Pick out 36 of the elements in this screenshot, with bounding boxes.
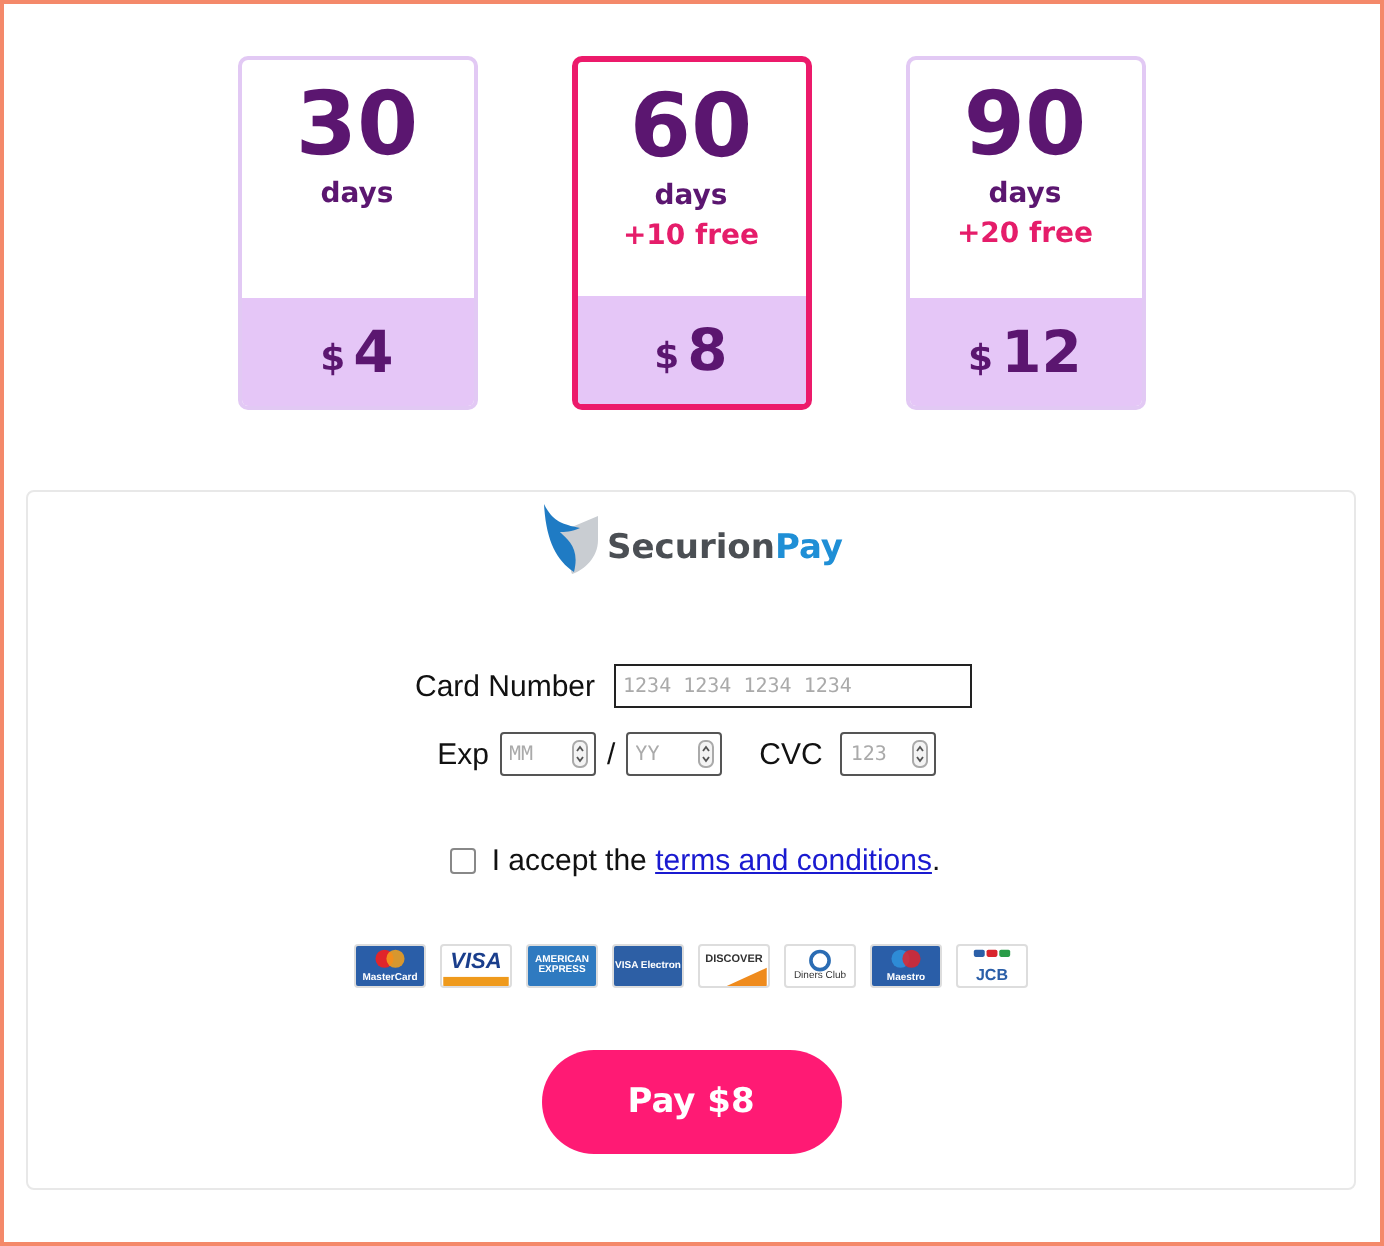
price-amount: 8: [687, 316, 728, 384]
price-amount: 4: [353, 318, 394, 386]
year-field[interactable]: YY: [625, 732, 722, 776]
checkbox[interactable]: [449, 848, 476, 874]
currency-sign: $: [320, 337, 346, 379]
bonus-label: +20 free: [956, 218, 1094, 250]
plan-card[interactable]: 90 days +20 free $12: [905, 56, 1145, 410]
currency-sign: $: [654, 335, 680, 377]
card-number-field[interactable]: 1234 1234 1234 1234: [613, 664, 972, 708]
spinner-icon[interactable]: [912, 740, 929, 768]
cvc-field[interactable]: 123: [840, 732, 937, 776]
day-unit: days: [988, 178, 1062, 210]
shield-icon: [539, 504, 599, 576]
day-count: 30: [295, 78, 419, 174]
terms-link[interactable]: terms and conditions: [655, 844, 932, 878]
day-count: 60: [629, 80, 753, 176]
currency-sign: $: [968, 337, 994, 379]
month-field[interactable]: MM: [499, 732, 595, 776]
day-count: 90: [963, 78, 1087, 174]
spinner-icon[interactable]: [571, 740, 587, 768]
bonus-label: +10 free: [622, 220, 760, 252]
day-unit: days: [320, 178, 394, 210]
spinner-icon[interactable]: [697, 740, 714, 768]
card-logo: JCB: [956, 944, 1028, 988]
plan-card[interactable]: 60 days +10 free $8: [571, 56, 811, 410]
day-unit: days: [654, 180, 728, 212]
pay-button[interactable]: Pay $8: [541, 1050, 841, 1154]
card-logo: VISA: [440, 944, 512, 988]
plan-card[interactable]: 30 days $4: [237, 56, 477, 410]
terms-text: I accept the terms and conditions.: [491, 844, 941, 878]
field-label: Card Number: [414, 669, 596, 703]
field-label: Exp: [437, 737, 489, 771]
price-amount: 12: [1001, 318, 1082, 386]
field-label: CVC: [759, 737, 823, 771]
separator: /: [607, 737, 616, 771]
brand-name: SecurionPay: [607, 528, 843, 568]
